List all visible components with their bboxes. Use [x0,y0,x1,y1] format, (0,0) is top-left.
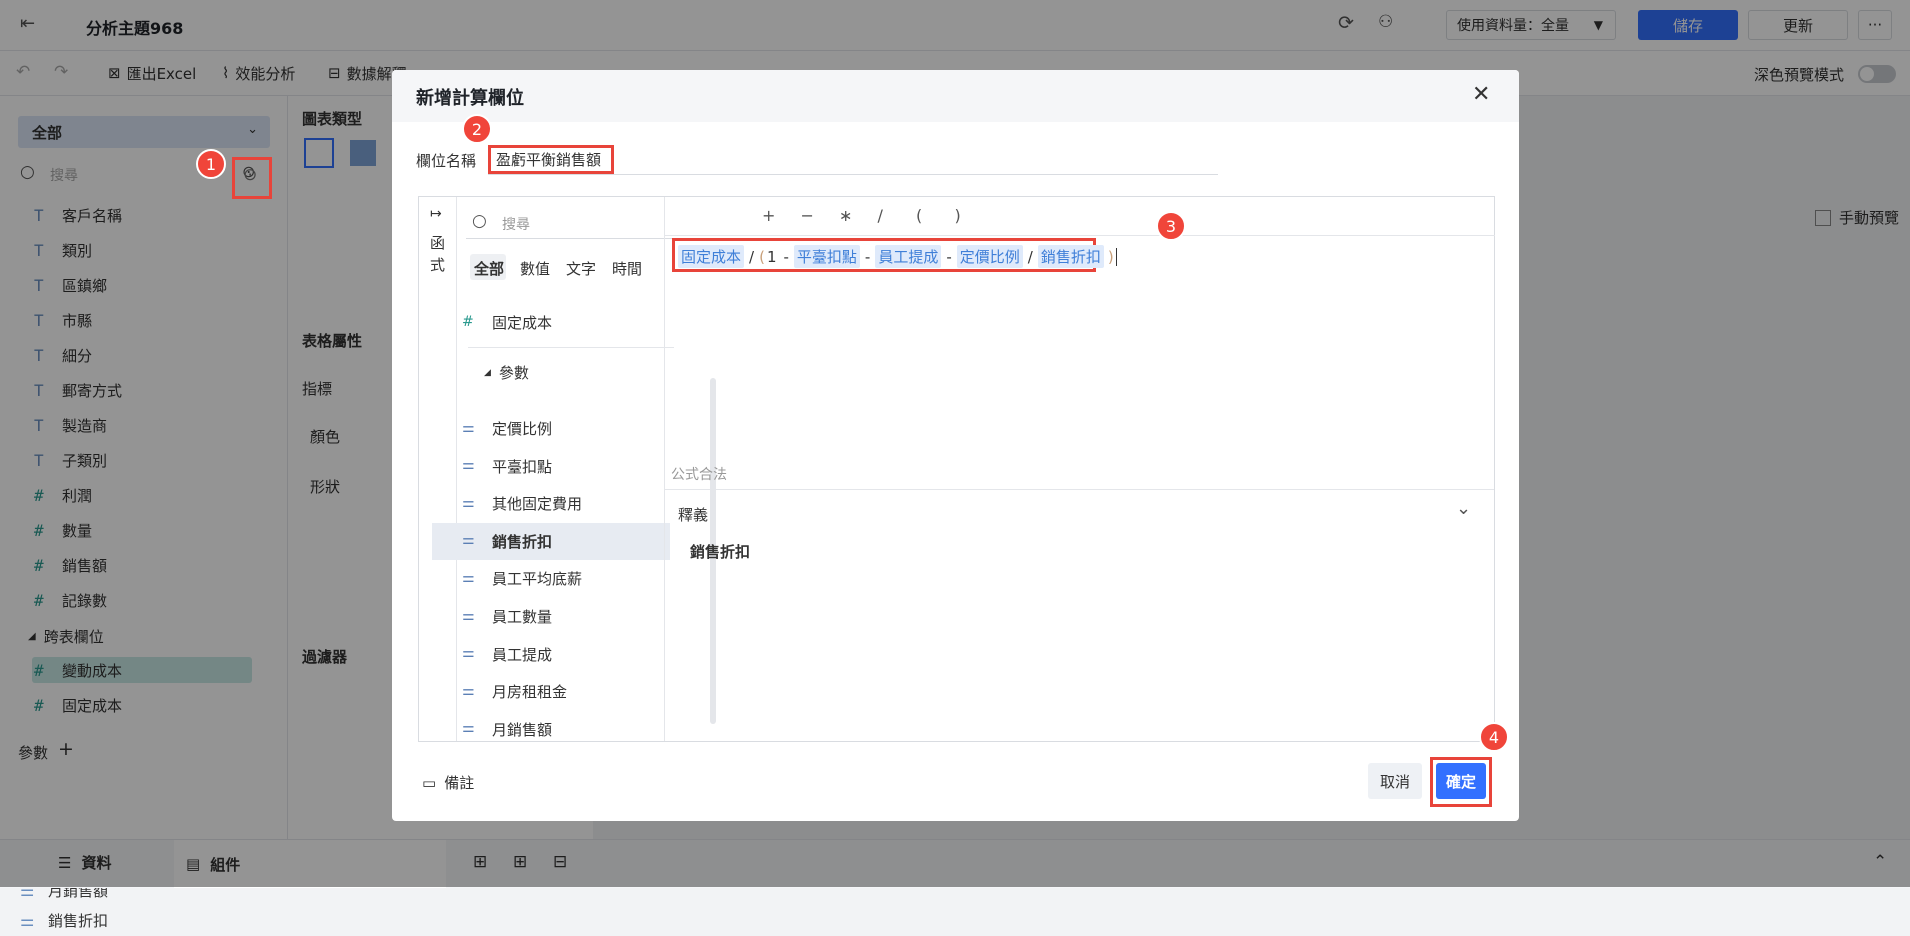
param-group-toggle[interactable]: ◢ 參數 [484,362,529,383]
param-list-item[interactable]: ⚌ 定價比例 [432,410,670,447]
field-name-label: 欄位名稱 [416,152,477,170]
operator-button[interactable]: ∗ [839,206,852,225]
note-label: 備註 [444,774,475,792]
step-badge: 2 [462,114,492,144]
explain-divider [665,489,1494,490]
function-search-input[interactable]: 搜尋 [502,214,530,234]
formula-token-op: - [783,247,789,266]
formula-token-paren: ) [1107,247,1114,266]
param-list-item[interactable]: ⚌ 員工提成 [432,636,670,673]
confirm-button[interactable]: 確定 [1436,763,1486,799]
param-list-item[interactable]: ⚌ 其他固定費用 [432,485,670,522]
close-icon[interactable]: ✕ [1472,82,1490,107]
formula-token-field[interactable]: 銷售折扣 [1037,245,1104,268]
operator-button[interactable]: − [801,206,814,225]
param-list-item[interactable]: ⚌ 平臺扣點 [432,448,670,485]
new-calc-field-dialog: 新增計算欄位 ✕ 欄位名稱 盈虧平衡銷售額 2 ↦ 函式 ○ 搜尋 全部 數值 … [392,70,1519,821]
param-icon: ⚌ [462,532,475,549]
param-icon: ⚌ [462,457,475,474]
step-badge: 1 [196,149,226,179]
param-icon: ⚌ [462,494,475,511]
triangle-down-icon: ◢ [484,367,491,378]
formula-token-number: 1 [766,247,777,266]
param-list-item-label: 其他固定費用 [492,495,583,514]
explain-body: 銷售折扣 [690,543,751,561]
category-tab-all-label: 全部 [474,260,505,278]
dialog-header [392,70,1519,122]
note-button[interactable]: ▭ 備註 [422,772,474,793]
param-list-item-label: 月房租租金 [492,683,568,702]
param-icon: ⚌ [462,720,475,737]
search-underline [466,238,676,239]
comment-icon: ▭ [422,773,437,792]
step-badge: 4 [1479,722,1509,752]
param-list-item-label: 員工數量 [492,608,553,626]
field-list-item[interactable]: # 固定成本 [432,304,670,341]
step-badge-formula: 3 [1156,211,1186,241]
operator-bar [664,197,1495,236]
formula-token-op: / [749,247,755,266]
valid-status-text: 公式合法 [671,467,727,483]
category-tab-text[interactable]: 文字 [566,258,596,279]
cancel-button[interactable]: 取消 [1368,763,1422,799]
collapse-explain-icon[interactable]: ⌄ [1456,498,1471,519]
formula-token-field[interactable]: 員工提成 [875,245,942,268]
expand-icon[interactable]: ↦ [430,206,442,222]
param-icon: ⚌ [462,419,475,436]
operator-button[interactable]: ) [955,206,961,225]
formula-token-op: / [1027,247,1033,266]
param-icon: ⚌ [20,910,35,930]
param-list-item[interactable]: ⚌ 月銷售額 [432,711,670,748]
formula-editor[interactable]: 固定成本 / ( 1 - 平臺扣點 - 員工提成 - 定價比例 / 銷售折扣 ) [678,245,1117,268]
param-icon: ⚌ [462,645,475,662]
param-list-item[interactable]: ⚌ 員工平均底薪 [432,560,670,597]
param-list-item-label: 銷售折扣 [492,532,553,551]
field-list-item-label: 固定成本 [492,314,553,332]
param-label: 銷售折扣 [48,911,109,930]
category-tab-time[interactable]: 時間 [612,258,642,279]
calc-field-icon: # [462,313,474,330]
editor-left-border [664,235,665,741]
param-item[interactable]: ⚌ 銷售折扣 [20,904,108,936]
param-list-item-label: 員工平均底薪 [492,570,583,589]
param-list-item[interactable]: ⚌ 銷售折扣 [432,522,670,560]
formula-token-field[interactable]: 固定成本 [678,245,745,268]
category-tab-number[interactable]: 數值 [520,258,550,279]
divider [468,347,674,348]
param-list-item-label: 月銷售額 [492,720,553,739]
param-list-item[interactable]: ⚌ 員工數量 [432,598,670,635]
operator-button[interactable]: ( [916,206,922,225]
formula-token-field[interactable]: 定價比例 [956,245,1023,268]
param-list-item-label: 定價比例 [492,420,553,438]
param-icon: ⚌ [462,682,475,699]
param-group-label: 參數 [498,364,529,382]
explain-title: 釋義 [678,506,709,524]
formula-token-field[interactable]: 平臺扣點 [793,245,860,268]
param-icon: ⚌ [462,569,475,586]
text-cursor [1115,247,1117,266]
formula-token-op: - [864,247,871,266]
search-icon: ○ [472,211,487,231]
param-list-item-label: 平臺扣點 [492,457,553,476]
param-icon: ⚌ [462,607,475,624]
param-list-item[interactable]: ⚌ 月房租租金 [432,673,670,710]
dialog-title: 新增計算欄位 [416,88,524,109]
more-options-icon[interactable]: ⊙ [243,165,257,185]
function-tab[interactable]: 函式 [430,232,445,276]
operator-button[interactable]: + [762,206,775,225]
param-list-item-label: 員工提成 [492,645,553,664]
operator-button[interactable]: / [878,206,883,225]
formula-token-op: - [946,247,952,266]
field-name-value[interactable]: 盈虧平衡銷售額 [496,149,601,170]
